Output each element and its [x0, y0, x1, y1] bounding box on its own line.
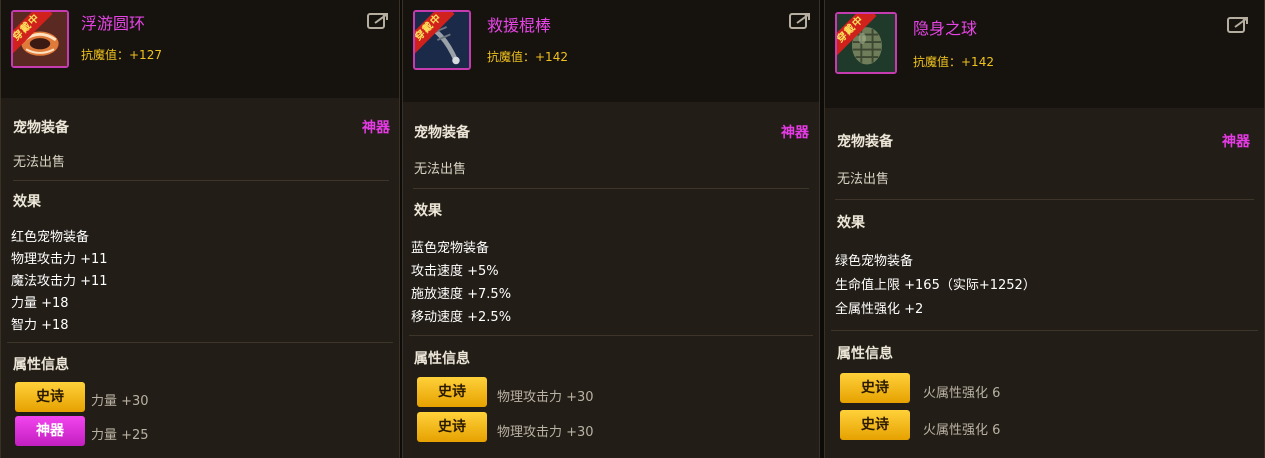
item-tooltip-stealth-orb: 穿戴中 隐身之球 抗魔值：+142 宠物装备 神器 无法出售 效果 绿色宠物装备… [824, 0, 1265, 458]
item-stat: 抗魔值：+142 [487, 50, 568, 64]
effects-title: 效果 [13, 194, 41, 210]
tooltip-header: 穿戴中 救援棍棒 抗魔值：+142 [403, 0, 819, 102]
attr-value: 力量 +30 [91, 394, 149, 409]
epic-badge[interactable]: 史诗 [417, 377, 487, 407]
attr-value: 火属性强化 6 [923, 423, 1001, 438]
share-icon[interactable] [1227, 16, 1249, 34]
effects-title: 效果 [414, 203, 442, 219]
effect-line: 攻击速度 +5% [411, 264, 499, 279]
effect-line: 全属性强化 +2 [835, 302, 924, 317]
item-name: 浮游圆环 [81, 14, 146, 33]
stealth-orb-icon[interactable]: 穿戴中 [835, 12, 897, 74]
effect-line: 智力 +18 [11, 318, 69, 333]
category-label: 宠物装备 [414, 125, 470, 141]
float-ring-icon[interactable]: 穿戴中 [11, 10, 69, 68]
effect-line: 生命值上限 +165（实际+1252） [835, 278, 1036, 293]
sell-status: 无法出售 [837, 172, 890, 187]
sell-status: 无法出售 [414, 162, 467, 177]
divider [413, 188, 809, 189]
attr-title: 属性信息 [837, 346, 893, 362]
divider [7, 342, 393, 343]
item-stat: 抗魔值：+142 [913, 55, 994, 69]
epic-badge[interactable]: 史诗 [840, 410, 910, 440]
effect-line: 蓝色宠物装备 [411, 241, 490, 256]
item-name: 救援棍棒 [487, 16, 552, 35]
share-icon[interactable] [367, 12, 389, 30]
divider [835, 199, 1254, 200]
effect-line: 移动速度 +2.5% [411, 310, 512, 325]
item-name: 隐身之球 [913, 19, 978, 38]
category-label: 宠物装备 [837, 134, 893, 150]
effect-line: 红色宠物装备 [11, 230, 90, 245]
attr-value: 物理攻击力 +30 [497, 390, 594, 405]
artifact-badge[interactable]: 神器 [15, 416, 85, 446]
rarity-label: 神器 [781, 125, 809, 141]
tooltip-header: 穿戴中 隐身之球 抗魔值：+142 [825, 0, 1264, 108]
epic-badge[interactable]: 史诗 [840, 373, 910, 403]
rarity-label: 神器 [1222, 134, 1250, 150]
item-tooltip-float-ring: 穿戴中 浮游圆环 抗魔值：+127 宠物装备 神器 无法出售 效果 红色宠物装备… [0, 0, 400, 458]
attr-title: 属性信息 [13, 357, 69, 373]
epic-badge[interactable]: 史诗 [417, 412, 487, 442]
effect-line: 施放速度 +7.5% [411, 287, 512, 302]
tooltip-header: 穿戴中 浮游圆环 抗魔值：+127 [1, 0, 399, 98]
effect-line: 物理攻击力 +11 [11, 252, 108, 267]
sell-status: 无法出售 [13, 155, 66, 170]
effect-line: 力量 +18 [11, 296, 69, 311]
attr-title: 属性信息 [414, 351, 470, 367]
divider [13, 180, 389, 181]
effects-title: 效果 [837, 215, 865, 231]
category-label: 宠物装备 [13, 120, 69, 136]
attr-value: 物理攻击力 +30 [497, 425, 594, 440]
attr-value: 火属性强化 6 [923, 386, 1001, 401]
divider [831, 330, 1258, 331]
epic-badge[interactable]: 史诗 [15, 382, 85, 412]
divider [409, 335, 813, 336]
share-icon[interactable] [789, 12, 811, 30]
rescue-club-icon[interactable]: 穿戴中 [413, 10, 471, 70]
effect-line: 绿色宠物装备 [835, 254, 914, 269]
attr-value: 力量 +25 [91, 428, 149, 443]
item-tooltip-rescue-club: 穿戴中 救援棍棒 抗魔值：+142 宠物装备 神器 无法出售 效果 蓝色宠物装备… [402, 0, 820, 458]
rarity-label: 神器 [362, 120, 390, 136]
item-stat: 抗魔值：+127 [81, 48, 162, 62]
effect-line: 魔法攻击力 +11 [11, 274, 108, 289]
